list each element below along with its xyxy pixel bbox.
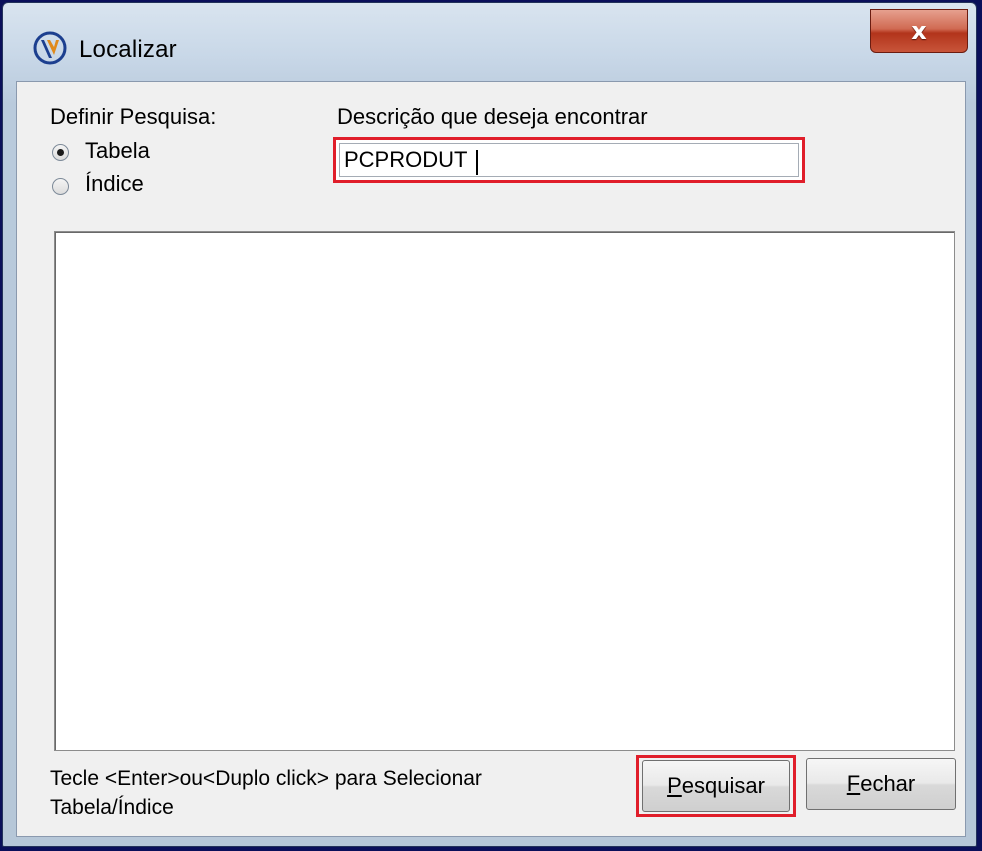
radio-indice-label[interactable]: Índice (85, 171, 144, 197)
search-button-mnemonic: P (667, 773, 682, 798)
close-icon: x (911, 17, 927, 45)
text-caret (476, 150, 478, 175)
dialog-content: Definir Pesquisa: Tabela Índice Descriçã… (16, 81, 966, 837)
hint-text: Tecle <Enter>ou<Duplo click> para Seleci… (50, 764, 482, 822)
search-button[interactable]: Pesquisar (642, 760, 790, 812)
search-button-label: esquisar (681, 773, 765, 798)
hint-line-1: Tecle <Enter>ou<Duplo click> para Seleci… (50, 767, 482, 790)
close-button-label: echar (860, 771, 916, 796)
search-input-highlight (333, 137, 805, 183)
results-list[interactable] (54, 231, 955, 751)
close-button-mnemonic: F (846, 771, 861, 796)
search-description-label: Descrição que deseja encontrar (337, 104, 648, 129)
search-mode-label: Definir Pesquisa: (50, 104, 217, 129)
radio-tabela[interactable] (52, 144, 69, 161)
window-title: Localizar (79, 36, 177, 63)
close-button[interactable]: x (870, 9, 968, 53)
hint-line-2: Tabela/Índice (50, 796, 174, 819)
dialog-window: Localizar x Definir Pesquisa: Tabela Índ… (2, 2, 977, 847)
radio-indice[interactable] (52, 178, 69, 195)
search-input[interactable] (339, 143, 799, 177)
title-bar[interactable]: Localizar x (3, 3, 976, 81)
app-logo-icon (33, 31, 67, 65)
close-dialog-button[interactable]: Fechar (806, 758, 956, 810)
radio-tabela-label[interactable]: Tabela (85, 138, 150, 164)
